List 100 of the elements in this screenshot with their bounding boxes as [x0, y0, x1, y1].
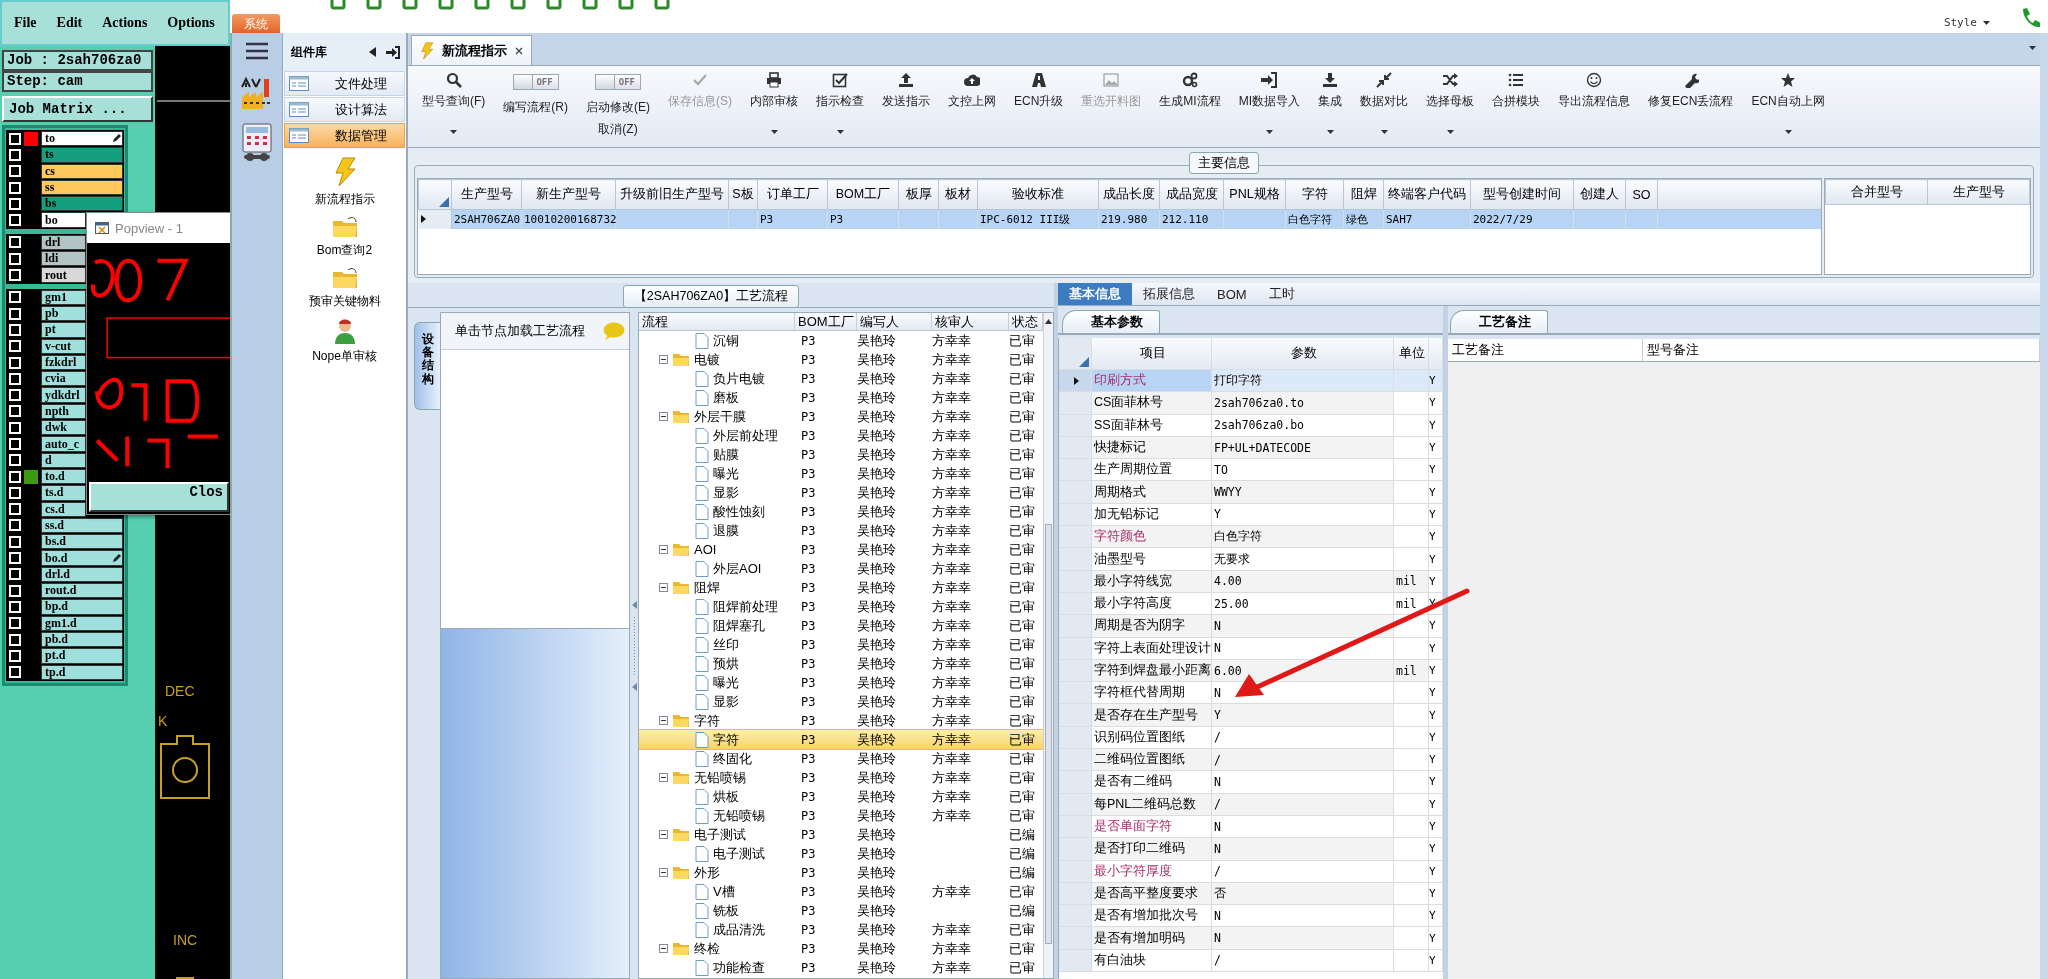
layer-name[interactable]: to.d [41, 468, 86, 485]
column-header[interactable]: 阻焊 [1343, 179, 1384, 210]
tree-row[interactable]: 阻焊前处理 P3 吴艳玲 方幸幸 已审 [639, 597, 1043, 616]
checkbox[interactable] [9, 486, 21, 499]
table-row[interactable]: 有白油块 / Y [1059, 949, 1443, 972]
tree-row[interactable]: 无铅喷锡 P3 吴艳玲 方幸幸 已审 [639, 806, 1043, 825]
checkbox[interactable] [9, 438, 21, 450]
checkbox[interactable] [9, 340, 21, 353]
tree-row[interactable]: 预烘 P3 吴艳玲 方幸幸 已审 [639, 654, 1043, 673]
ribbon-button[interactable]: 型号查询(F) [414, 66, 494, 147]
tab[interactable]: 基本信息 [1058, 283, 1132, 305]
collapse-icon[interactable] [659, 868, 668, 877]
ribbon-button[interactable]: 集成 [1310, 66, 1351, 147]
checkbox[interactable] [9, 503, 21, 516]
checkbox[interactable] [9, 584, 21, 597]
tool-label[interactable]: Nope单审核 [312, 348, 377, 365]
checkbox[interactable] [9, 181, 21, 194]
tree-row[interactable]: 终固化 P3 吴艳玲 方幸幸 已审 [639, 749, 1043, 768]
side-tab[interactable]: 设备结构 [414, 322, 440, 410]
column-header[interactable]: 项目 [1092, 338, 1212, 369]
ribbon-button[interactable]: 指示检查 [808, 66, 872, 147]
table-row[interactable]: 最小字符线宽 4.00 mil Y [1059, 570, 1443, 593]
collapse-icon[interactable] [659, 830, 668, 839]
layer-name[interactable]: d [41, 452, 86, 468]
tree-row[interactable]: V槽 P3 吴艳玲 方幸幸 已审 [639, 882, 1043, 901]
layer-name[interactable]: cs.d [41, 501, 86, 517]
column-header[interactable]: BOM工厂 [795, 313, 857, 330]
column-header[interactable]: 型号备注 [1643, 339, 2040, 361]
ribbon-toggle[interactable]: OFF 启动修改(E) 取消(Z) [578, 66, 658, 147]
table-row[interactable]: 油墨型号 无要求 Y [1059, 548, 1443, 571]
table-row[interactable]: 字符到焊盘最小距离 6.00 mil Y [1059, 659, 1443, 683]
column-header[interactable]: 终端客户代码 [1383, 179, 1471, 210]
checkbox[interactable] [9, 165, 21, 178]
layer-name[interactable]: ldi [41, 251, 86, 267]
tree-row[interactable]: 显影 P3 吴艳玲 方幸幸 已审 [639, 692, 1043, 711]
column-header[interactable]: 型号创建时间 [1470, 179, 1574, 210]
layer-name[interactable]: ts.d [41, 485, 86, 501]
layer-name[interactable]: rout.d [41, 583, 123, 599]
column-header[interactable]: 单位 [1394, 338, 1429, 369]
ribbon-button[interactable]: 修复ECN丢流程 [1640, 66, 1742, 147]
layer-name[interactable]: bo.d [41, 550, 123, 566]
table-row[interactable]: 2SAH706ZA0 10010200168732 P3 P3 IPC-6012 III级 219.980 212.110 白色字符 绿色 SAH7 2022/7/29 [418, 209, 1821, 229]
checkbox[interactable] [9, 552, 21, 565]
layer-name[interactable]: auto_c [41, 436, 86, 452]
tree-row[interactable]: 负片电镀 P3 吴艳玲 方幸幸 已审 [639, 369, 1043, 388]
tree-row[interactable]: 功能检查 P3 吴艳玲 方幸幸 已审 [639, 958, 1043, 977]
menu-item[interactable]: Edit [56, 15, 83, 31]
layer-name[interactable]: drl.d [41, 566, 123, 582]
tree-row[interactable]: 沉铜 P3 吴艳玲 方幸幸 已审 [639, 331, 1043, 350]
ribbon-button[interactable]: 生成MI流程 [1151, 66, 1229, 147]
layer-name[interactable]: gm1 [41, 289, 86, 305]
tree-row[interactable]: 阻焊 P3 吴艳玲 方幸幸 已审 [639, 578, 1043, 597]
layer-name[interactable]: bo [41, 212, 86, 228]
collapse-icon[interactable] [659, 716, 668, 725]
checkbox[interactable] [9, 633, 21, 646]
tree-row[interactable]: 阻焊塞孔 P3 吴艳玲 方幸幸 已审 [639, 616, 1043, 635]
tree-row[interactable]: 成品清洗 P3 吴艳玲 方幸幸 已审 [639, 920, 1043, 939]
collapse-icon[interactable] [659, 355, 668, 364]
ribbon-button[interactable]: 内部审核 [742, 66, 806, 147]
job-matrix-button[interactable]: Job Matrix ... [2, 96, 153, 122]
checkbox[interactable] [9, 323, 21, 336]
layer-name[interactable]: bs.d [41, 534, 123, 550]
layer-name[interactable]: pb.d [41, 631, 123, 648]
checkbox[interactable] [9, 405, 21, 418]
ribbon-button[interactable]: ECN自动上网 [1743, 66, 1833, 147]
column-header[interactable]: 编写人 [857, 313, 932, 330]
table-row[interactable]: CS面菲林号 2sah706za0.to Y [1059, 392, 1443, 415]
tree-row[interactable]: 字符 P3 吴艳玲 方幸幸 已审 [639, 730, 1043, 749]
tree-row[interactable]: 字符 P3 吴艳玲 方幸幸 已审 [639, 711, 1043, 730]
tool-label[interactable]: Bom查询2 [316, 242, 373, 259]
section-tab[interactable]: 基本参数 [1062, 310, 1160, 333]
toggle-switch[interactable]: OFF [595, 74, 641, 90]
menu-item[interactable]: Actions [102, 15, 148, 31]
calculator-icon[interactable] [240, 123, 274, 161]
column-header[interactable]: 生产型号 [1927, 179, 2030, 205]
tree-row[interactable]: 烘板 P3 吴艳玲 方幸幸 已审 [639, 787, 1043, 806]
column-header[interactable]: 流程 [639, 313, 795, 330]
scrollbar-thumb[interactable] [1045, 524, 1052, 944]
layer-name[interactable]: ss [41, 179, 123, 196]
column-header[interactable]: 升级前旧生产型号 [615, 179, 729, 210]
checkbox[interactable] [9, 214, 21, 227]
tree-row[interactable]: 铣板 P3 吴艳玲 已编 [639, 901, 1043, 920]
checkbox[interactable] [9, 421, 21, 434]
toggle-switch[interactable]: OFF [512, 74, 559, 90]
person-icon[interactable] [332, 318, 357, 344]
collapse-icon[interactable] [659, 545, 668, 554]
tree-row[interactable]: 外形 P3 吴艳玲 已编 [639, 863, 1043, 882]
column-header[interactable]: BOM工厂 [827, 179, 899, 210]
checkbox[interactable] [9, 666, 21, 679]
column-header[interactable]: 新生产型号 [521, 179, 616, 210]
tree-row[interactable]: 丝印 P3 吴艳玲 方幸幸 已审 [639, 635, 1043, 654]
checkbox[interactable] [9, 291, 21, 304]
lightning-icon[interactable] [332, 157, 357, 187]
layer-name[interactable]: npth [41, 403, 86, 420]
column-header[interactable]: 验收标准 [977, 179, 1099, 210]
layer-name[interactable]: to [41, 131, 123, 147]
column-header[interactable]: S板 [728, 179, 758, 210]
splitter-handle-icon[interactable] [631, 600, 637, 691]
checkbox[interactable] [9, 356, 21, 369]
tab[interactable]: 拓展信息 [1132, 283, 1206, 305]
